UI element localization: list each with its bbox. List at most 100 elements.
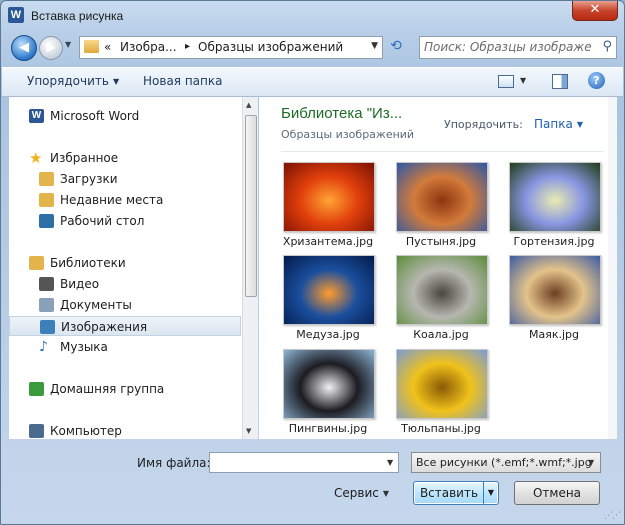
image-thumbnail[interactable] xyxy=(396,162,488,232)
image-thumbnail[interactable] xyxy=(509,255,601,325)
sidebar-item[interactable]: ♪ Музыка xyxy=(9,337,241,357)
forward-button[interactable]: ▶ xyxy=(39,36,63,60)
file-name[interactable]: Маяк.jpg xyxy=(498,328,608,341)
address-dropdown-icon[interactable]: ▼ xyxy=(371,41,378,51)
sidebar-item[interactable]: Рабочий стол xyxy=(9,211,241,231)
insert-label: Вставить xyxy=(419,486,479,500)
downloads-folder-icon xyxy=(39,172,54,186)
sidebar-item-label: Загрузки xyxy=(60,172,118,186)
sidebar-item[interactable]: Документы xyxy=(9,295,241,315)
sidebar-item-label: Компьютер xyxy=(50,424,122,438)
title-bar[interactable]: W Вставка рисунка ✕ xyxy=(1,1,624,31)
recent-places-icon xyxy=(39,193,54,207)
navigation-pane: W Microsoft Word ★ Избранное Загрузки Недавни… xyxy=(9,97,258,439)
file-tile[interactable]: Пингвины.jpg xyxy=(272,349,384,439)
file-name[interactable]: Гортензия.jpg xyxy=(498,235,608,248)
insert-button[interactable]: Вставить ▼ xyxy=(413,481,499,505)
image-thumbnail[interactable] xyxy=(396,255,488,325)
file-name[interactable]: Пустыня.jpg xyxy=(385,235,497,248)
scroll-thumb[interactable] xyxy=(245,115,257,297)
sidebar-item-label: Рабочий стол xyxy=(60,214,145,228)
search-box: ⚲ xyxy=(419,36,617,59)
breadcrumb-item-sample-pictures[interactable]: Образцы изображений xyxy=(198,40,343,54)
file-tile[interactable]: Пустыня.jpg xyxy=(385,162,497,254)
sidebar-item[interactable]: Недавние места xyxy=(9,190,241,210)
tools-button[interactable]: Сервис ▼ xyxy=(334,486,389,500)
breadcrumb-item-pictures[interactable]: Изобра... xyxy=(120,40,177,54)
scroll-down-icon[interactable]: ▼ xyxy=(246,427,251,435)
navigation-scrollbar[interactable]: ▲ ▼ xyxy=(242,97,258,439)
file-tile[interactable]: Маяк.jpg xyxy=(498,255,608,347)
arrange-by-value: Папка xyxy=(534,117,573,131)
image-thumbnail[interactable] xyxy=(283,349,375,419)
image-thumbnail[interactable] xyxy=(509,162,601,232)
sidebar-item-label: Домашняя группа xyxy=(50,382,165,396)
library-title: Библиотека "Из... xyxy=(281,105,403,122)
sidebar-item[interactable]: Библиотеки xyxy=(9,253,241,273)
computer-icon xyxy=(29,424,44,438)
file-tile[interactable]: Медуза.jpg xyxy=(272,255,384,347)
refresh-icon[interactable]: ⟲ xyxy=(385,37,407,56)
resize-grip-icon[interactable]: ⋰⋰ xyxy=(604,511,621,521)
file-list-pane: Библиотека "Из... Образцы изображений Уп… xyxy=(259,97,608,439)
file-tile[interactable]: Коала.jpg xyxy=(385,255,497,347)
file-name[interactable]: Медуза.jpg xyxy=(272,328,384,341)
sidebar-item[interactable]: Компьютер xyxy=(9,421,241,439)
pictures-icon xyxy=(40,320,55,334)
close-button[interactable]: ✕ xyxy=(572,1,618,21)
header-divider xyxy=(281,151,603,152)
organize-button[interactable]: Упорядочить ▼ xyxy=(27,74,119,88)
back-button[interactable]: ◀ xyxy=(11,35,37,61)
insert-split-dropdown-icon[interactable]: ▼ xyxy=(483,482,498,504)
preview-pane-icon[interactable] xyxy=(552,74,568,89)
file-name[interactable]: Коала.jpg xyxy=(385,328,497,341)
sidebar-item[interactable]: Изображения xyxy=(9,316,241,336)
image-thumbnail[interactable] xyxy=(283,255,375,325)
word-app-icon: W xyxy=(8,7,24,23)
music-icon: ♪ xyxy=(39,339,48,355)
history-dropdown-icon[interactable]: ▼ xyxy=(65,40,71,49)
file-name[interactable]: Тюльпаны.jpg xyxy=(385,422,497,435)
breadcrumb-overflow[interactable]: « xyxy=(104,40,111,54)
image-thumbnail[interactable] xyxy=(396,349,488,419)
file-tile[interactable]: Хризантема.jpg xyxy=(272,162,384,254)
new-folder-button[interactable]: Новая папка xyxy=(143,74,222,88)
filter-dropdown-icon[interactable]: ▼ xyxy=(588,458,594,467)
file-name[interactable]: Хризантема.jpg xyxy=(272,235,384,248)
image-thumbnail[interactable] xyxy=(283,162,375,232)
desktop-icon xyxy=(39,214,54,228)
view-dropdown-icon[interactable]: ▼ xyxy=(520,76,526,85)
change-view-icon[interactable] xyxy=(498,75,514,88)
breadcrumb-separator-icon[interactable]: ▸ xyxy=(185,41,190,52)
sidebar-item-label: Microsoft Word xyxy=(50,109,140,123)
sidebar-item-label: Музыка xyxy=(60,340,108,354)
sidebar-item-label: Изображения xyxy=(61,320,148,334)
filename-input[interactable] xyxy=(209,452,399,473)
command-bar: Упорядочить ▼ Новая папка ▼ ? xyxy=(2,67,623,97)
tools-label: Сервис xyxy=(334,486,379,500)
scroll-up-icon[interactable]: ▲ xyxy=(246,101,251,109)
file-list-scrollbar[interactable] xyxy=(608,97,617,439)
search-input[interactable] xyxy=(420,37,592,56)
sidebar-item[interactable]: W Microsoft Word xyxy=(9,106,241,126)
cancel-button[interactable]: Отмена xyxy=(514,481,600,505)
search-icon[interactable]: ⚲ xyxy=(602,39,612,54)
file-tile[interactable]: Гортензия.jpg xyxy=(498,162,608,254)
file-type-filter[interactable]: Все рисунки (*.emf;*.wmf;*.jpg xyxy=(411,452,601,473)
filename-dropdown-icon[interactable]: ▼ xyxy=(387,458,393,467)
address-bar[interactable]: « Изобра... ▸ Образцы изображений ▼ xyxy=(79,36,383,59)
sidebar-item-label: Библиотеки xyxy=(50,256,126,270)
arrange-by-dropdown[interactable]: Папка ▼ xyxy=(534,117,583,131)
sidebar-item[interactable]: Загрузки xyxy=(9,169,241,189)
file-tile[interactable]: Тюльпаны.jpg xyxy=(385,349,497,439)
sidebar-item[interactable]: Видео xyxy=(9,274,241,294)
homegroup-icon xyxy=(29,382,44,396)
sidebar-item[interactable]: Домашняя группа xyxy=(9,379,241,399)
sidebar-item[interactable]: ★ Избранное xyxy=(9,148,241,168)
documents-icon xyxy=(39,298,54,312)
arrange-by-label: Упорядочить: xyxy=(444,118,523,131)
help-icon[interactable]: ? xyxy=(588,72,605,89)
file-name[interactable]: Пингвины.jpg xyxy=(272,422,384,435)
organize-label: Упорядочить xyxy=(27,74,109,88)
sidebar-item-label: Избранное xyxy=(50,151,119,165)
